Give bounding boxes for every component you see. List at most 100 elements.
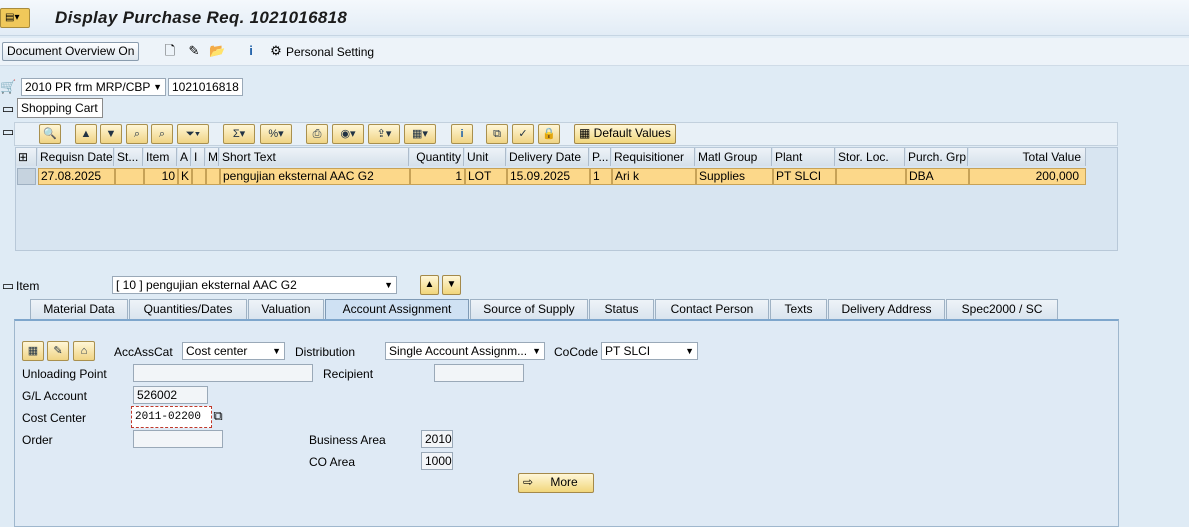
item-select[interactable]: [ 10 ] pengujian eksternal AAC G2 ▼ [112,276,397,294]
gl-account-field[interactable]: 526002 [133,386,208,404]
cocode-select[interactable]: PT SLCI ▼ [601,342,698,360]
column-header[interactable]: Quantity [410,148,464,166]
table-cell[interactable]: 10 [144,168,178,185]
tab-valuation[interactable]: Valuation [248,299,324,319]
column-header[interactable]: Unit [465,148,506,166]
views-icon[interactable]: ◉▾ [332,124,364,144]
next-item-button[interactable]: ▼ [442,275,461,295]
table-cell[interactable]: 15.09.2025 [507,168,590,185]
default-values-label: Default Values [593,126,671,140]
column-header[interactable]: P... [590,148,611,166]
cost-center-field[interactable]: 2011-02200 [131,406,212,428]
tab-account-assignment[interactable]: Account Assignment [325,299,469,319]
lock-icon[interactable]: 🔒 [538,124,560,144]
table-cell[interactable] [206,168,220,185]
select-all-column[interactable]: ⊞ [16,148,37,166]
co-area-field[interactable]: 1000 [421,452,453,470]
personal-setting-button[interactable]: Personal Setting [286,45,374,59]
document-overview-button[interactable]: Document Overview On [2,42,140,61]
column-header[interactable]: M: [206,148,219,166]
account-details-icon[interactable]: ⌂ [73,341,95,361]
total-icon[interactable]: Σ▾ [223,124,255,144]
tab-texts[interactable]: Texts [770,299,827,319]
unloading-point-field[interactable] [133,364,313,382]
previous-item-button[interactable]: ▲ [420,275,439,295]
table-cell[interactable]: PT SLCI [773,168,836,185]
tab-status[interactable]: Status [589,299,654,319]
find-icon[interactable]: ⌕ [126,124,148,144]
tab-delivery-address[interactable]: Delivery Address [828,299,945,319]
column-header[interactable]: Requisn Date [38,148,114,166]
subtotal-icon[interactable]: %▾ [260,124,292,144]
table-cell[interactable]: 1 [410,168,465,185]
shopping-cart-icon[interactable]: 🛒 [0,79,16,95]
sort-ascending-icon[interactable]: ▲ [75,124,97,144]
table-cell[interactable]: DBA [906,168,969,185]
column-header[interactable]: Short Text [220,148,409,166]
tab-spec2000[interactable]: Spec2000 / SC [946,299,1058,319]
distribution-select[interactable]: Single Account Assignm... ▼ [385,342,545,360]
find-next-icon[interactable]: ⌕ [151,124,173,144]
default-values-button[interactable]: ▦ Default Values [574,124,676,144]
tab-material-data[interactable]: Material Data [30,299,128,319]
column-header[interactable]: I [192,148,205,166]
table-cell[interactable]: 1 [590,168,612,185]
other-document-icon[interactable]: 📂 [209,43,225,59]
tab-quantities-dates[interactable]: Quantities/Dates [129,299,247,319]
table-cell[interactable]: LOT [465,168,507,185]
item-label: Item [16,279,40,293]
table-cell[interactable] [836,168,906,185]
column-header[interactable]: Purch. Grp [906,148,968,166]
cocode-label: CoCode [554,345,599,359]
grid-info-icon[interactable]: i [451,124,473,144]
new-document-icon[interactable]: 🗋 [162,43,178,59]
order-label: Order [22,433,53,447]
sort-descending-icon[interactable]: ▼ [100,124,122,144]
table-cell[interactable] [115,168,144,185]
table-cell[interactable]: K [178,168,192,185]
multiple-account-icon[interactable]: ▦ [22,341,44,361]
copy-item-icon[interactable]: ⧉ [486,124,508,144]
collapse-item-detail-icon[interactable]: ▭ [0,278,16,294]
column-header[interactable]: St... [115,148,143,166]
table-cell[interactable]: pengujian eksternal AAC G2 [220,168,410,185]
print-preview-icon[interactable]: ⎙ [306,124,328,144]
edit-account-icon[interactable]: ✎ [47,341,69,361]
column-header[interactable]: Stor. Loc. [836,148,905,166]
column-header[interactable]: Matl Group [696,148,772,166]
column-header[interactable]: A [178,148,191,166]
menu-icon[interactable]: ▤▾ [0,8,30,28]
recipient-field[interactable] [434,364,524,382]
default-values-icon: ▦ [579,126,594,140]
tab-source-of-supply[interactable]: Source of Supply [470,299,588,319]
details-icon[interactable]: 🔍 [39,124,61,144]
more-button[interactable]: ⇨ More [518,473,594,493]
column-header[interactable]: Item [144,148,177,166]
layout-icon[interactable]: ▦▾ [404,124,436,144]
table-cell[interactable]: Ari k [612,168,696,185]
document-number-field[interactable]: 1021016818 [168,78,243,96]
tab-contact-person[interactable]: Contact Person [655,299,769,319]
filter-icon[interactable]: ⏷▾ [177,124,209,144]
document-type-select[interactable]: 2010 PR frm MRP/CBP ▼ [21,78,166,96]
more-label: More [550,475,578,489]
copy-icon[interactable]: ⧉ [210,408,226,424]
column-header[interactable]: Total Value [969,148,1086,166]
export-icon[interactable]: ⇪▾ [368,124,400,144]
gl-account-label: G/L Account [22,389,87,403]
table-cell[interactable] [192,168,206,185]
business-area-field[interactable]: 2010 [421,430,453,448]
order-field[interactable] [133,430,223,448]
column-header[interactable]: Delivery Date [507,148,589,166]
check-icon[interactable]: ✓ [512,124,534,144]
table-cell[interactable]: Supplies [696,168,773,185]
column-header[interactable]: Requisitioner [612,148,695,166]
table-cell[interactable]: 27.08.2025 [38,168,115,185]
display-change-icon[interactable]: ✎ [186,43,202,59]
collapse-header-icon[interactable]: ▭ [0,101,16,117]
info-icon[interactable]: i [243,43,259,59]
row-selector[interactable] [17,168,36,185]
table-cell[interactable]: 200,000 [969,168,1086,185]
column-header[interactable]: Plant [773,148,835,166]
acc-ass-cat-select[interactable]: Cost center ▼ [182,342,285,360]
